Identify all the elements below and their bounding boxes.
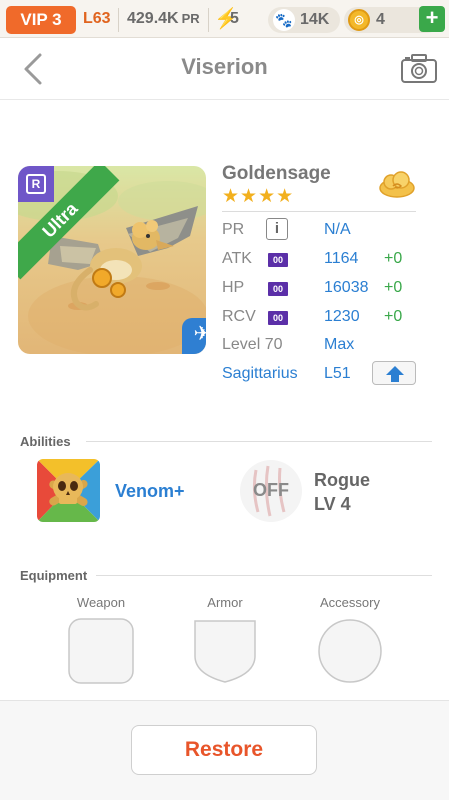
- accessory-slot[interactable]: [317, 618, 383, 684]
- food-value: 14K: [300, 11, 330, 28]
- passive-state: OFF: [253, 480, 289, 500]
- stat-bonus: +0: [384, 250, 403, 267]
- accessory-label: Accessory: [320, 595, 380, 610]
- star-rating: ★★★★: [222, 186, 295, 207]
- stat-label: RCV: [222, 308, 256, 325]
- energy-count: 5: [230, 10, 239, 27]
- header: Viserion: [0, 38, 449, 100]
- equipment-heading: Equipment: [20, 568, 88, 583]
- stat-value: N/A: [324, 221, 351, 238]
- armor-label: Armor: [207, 595, 243, 610]
- coin-value: 4: [376, 11, 385, 28]
- stat-value: 16038: [324, 279, 369, 296]
- level-row: Level 70 Max: [222, 334, 442, 358]
- sign-row: Sagittarius L51: [222, 361, 442, 387]
- stat-row-rcv: RCV 00 1230 +0: [222, 306, 442, 330]
- player-level: L63: [83, 10, 111, 27]
- stat-badge: 00: [268, 311, 288, 325]
- divider: [222, 211, 416, 212]
- arrow-up-icon: [386, 366, 404, 382]
- divider: [96, 575, 432, 576]
- add-currency-button[interactable]: +: [419, 6, 445, 32]
- skull-icon[interactable]: [37, 459, 100, 522]
- abilities-heading: Abilities: [20, 434, 71, 449]
- divider: [86, 441, 432, 442]
- camera-button[interactable]: [400, 52, 438, 84]
- monster-portrait[interactable]: R Ultra ✈: [18, 166, 206, 354]
- stat-value: 1164: [324, 250, 359, 267]
- airplane-icon: ✈: [182, 318, 206, 354]
- ring-slot-icon: [318, 619, 382, 683]
- page-title: Viserion: [181, 54, 268, 79]
- footer: Restore: [0, 700, 449, 800]
- monster-name: Goldensage: [222, 163, 331, 184]
- paw-icon: 🐾: [273, 9, 295, 31]
- stat-label: ATK: [222, 250, 252, 267]
- restore-button[interactable]: Restore: [131, 725, 317, 775]
- zodiac-sign[interactable]: Sagittarius: [222, 365, 298, 383]
- stat-label: HP: [222, 279, 245, 296]
- coin-icon: ◎: [348, 9, 370, 31]
- divider: [118, 8, 119, 32]
- power-rating-value: 429.4K: [127, 10, 179, 27]
- camera-icon: [401, 54, 437, 83]
- power-rating: 429.4K PR: [127, 10, 200, 28]
- shield-icon: [194, 620, 256, 683]
- stat-label: PR: [222, 221, 245, 238]
- level-label: Level 70: [222, 336, 283, 353]
- stat-badge: 00: [268, 282, 288, 296]
- rarity-tag: R: [18, 166, 54, 202]
- stat-badge: 00: [268, 253, 288, 267]
- sign-upgrade-button[interactable]: [372, 361, 416, 385]
- rarity-letter: R: [26, 174, 46, 194]
- power-rating-unit: PR: [181, 11, 200, 26]
- armor-slot[interactable]: [192, 618, 258, 684]
- divider: [208, 8, 209, 32]
- food-counter[interactable]: 🐾 14K: [268, 7, 340, 33]
- active-ability-name[interactable]: Venom+: [115, 481, 185, 502]
- weapon-label: Weapon: [76, 595, 126, 610]
- weapon-slot-icon: [68, 618, 134, 684]
- sign-level: L51: [324, 365, 351, 382]
- vip-badge[interactable]: VIP 3: [6, 6, 76, 34]
- weapon-slot[interactable]: [68, 618, 134, 684]
- level-value: Max: [324, 336, 355, 353]
- info-icon[interactable]: i: [266, 218, 288, 240]
- passive-ability-level: LV 4: [314, 494, 351, 514]
- stat-row-hp: HP 00 16038 +0: [222, 277, 442, 301]
- stat-value: 1230: [324, 308, 360, 325]
- stat-bonus: +0: [384, 279, 403, 296]
- cloud-element-svg: [379, 171, 415, 198]
- passive-ability-icon[interactable]: OFF: [240, 460, 302, 522]
- stat-row-atk: ATK 00 1164 +0: [222, 248, 442, 272]
- stat-row-pr: PR i N/A: [222, 218, 442, 243]
- stat-bonus: +0: [384, 308, 403, 325]
- cloud-icon[interactable]: [379, 170, 415, 198]
- status-bar: VIP 3 L63 429.4K PR ⚡ 5 🐾 14K ◎ 4 +: [0, 0, 449, 38]
- venom-ability-icon: [37, 459, 100, 522]
- passive-ability-name: Rogue: [314, 470, 370, 490]
